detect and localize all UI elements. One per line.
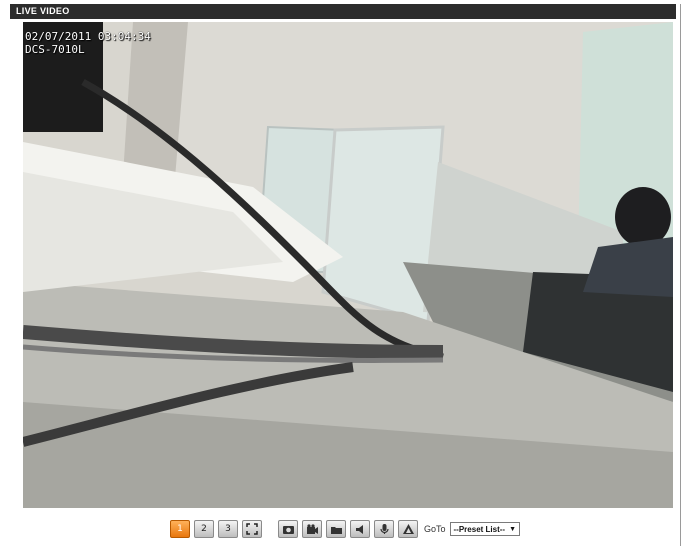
listen-audio-button[interactable] [350,520,370,538]
osd-camera-name: DCS-7010L [25,43,85,56]
live-video-header: LIVE VIDEO [10,4,676,19]
stream-3-button[interactable]: 3 [218,520,238,538]
stream-1-label: 1 [177,524,183,534]
osd-timestamp: 02/07/2011 03:04:34 [25,30,151,43]
fullscreen-button[interactable] [242,520,262,538]
fullscreen-icon [246,523,258,535]
camera-image [23,22,673,508]
divider [680,4,681,546]
speaker-icon [355,524,363,534]
microphone-icon [379,524,389,534]
record-button[interactable] [302,520,322,538]
panel-title: LIVE VIDEO [16,6,70,16]
folder-icon [330,526,342,534]
goto-label: GoTo [424,524,446,534]
stream-3-label: 3 [225,524,231,534]
snapshot-button[interactable] [278,520,298,538]
video-camera-icon [306,523,318,534]
live-video-feed[interactable]: 02/07/2011 03:04:34 DCS-7010L [23,22,673,508]
camera-icon [282,525,294,534]
storage-folder-button[interactable] [326,520,346,538]
stream-1-button[interactable]: 1 [170,520,190,538]
video-osd-overlay: 02/07/2011 03:04:34 DCS-7010L [25,30,151,56]
preset-select-value: --Preset List-- [453,524,506,534]
pan-tilt-button[interactable] [398,520,418,538]
triangle-icon [402,524,414,534]
talk-microphone-button[interactable] [374,520,394,538]
stream-2-label: 2 [201,524,207,534]
video-toolbar: 1 2 3 GoTo --Preset List-- ▼ [170,519,521,539]
chevron-down-icon: ▼ [509,525,517,533]
stream-2-button[interactable]: 2 [194,520,214,538]
preset-list-select[interactable]: --Preset List-- ▼ [449,522,521,536]
